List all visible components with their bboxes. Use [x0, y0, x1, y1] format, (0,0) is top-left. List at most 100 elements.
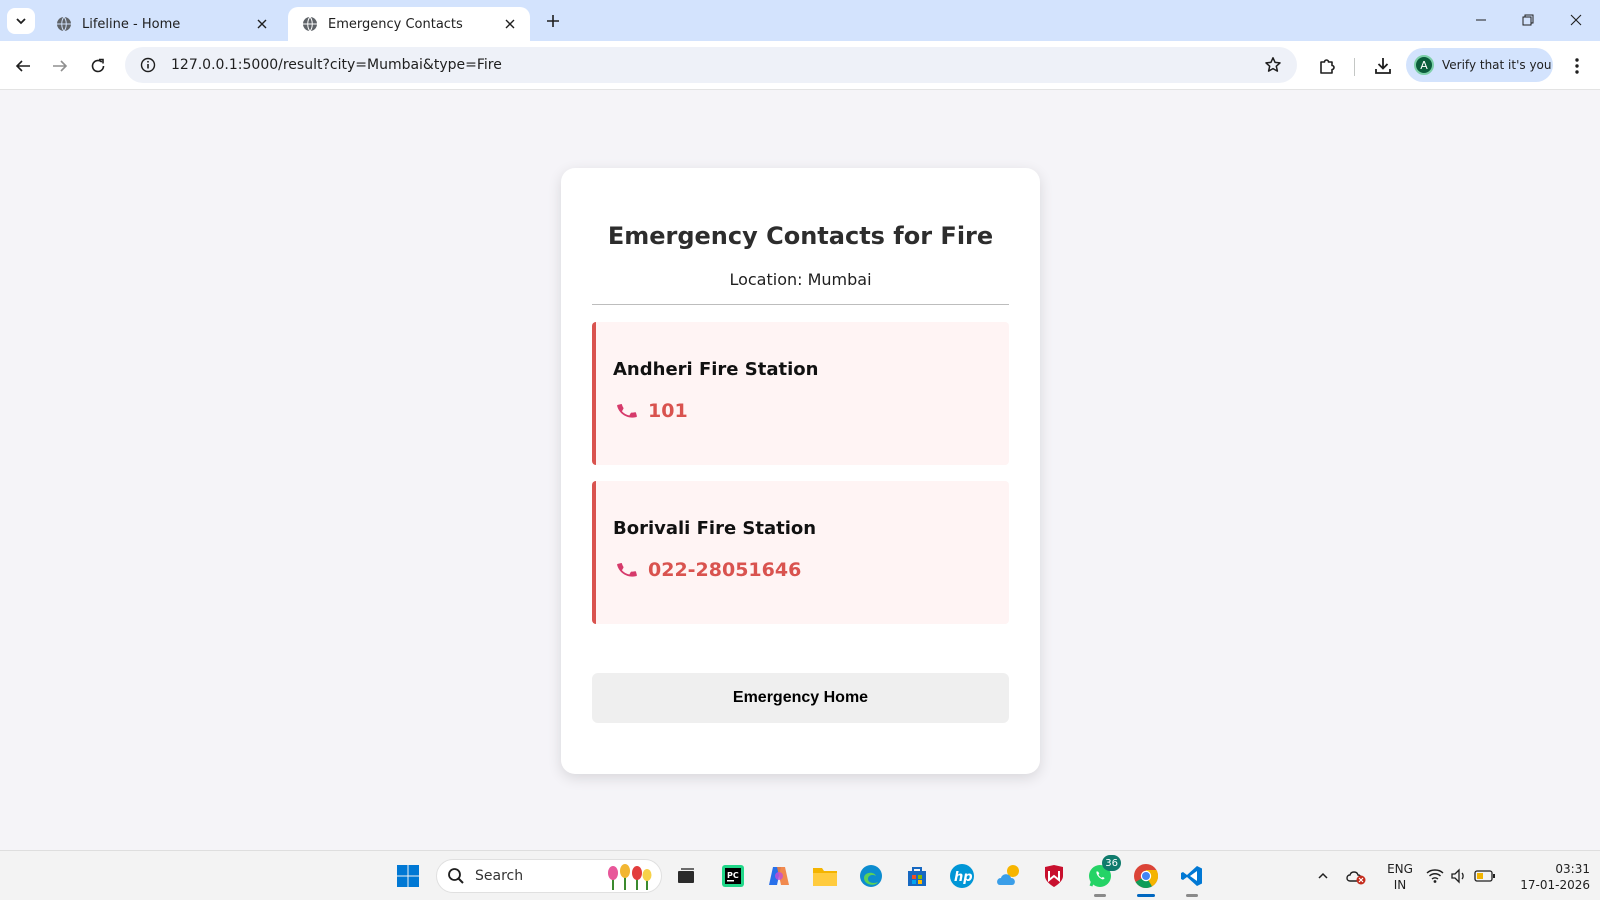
chrome-app[interactable]: [1131, 861, 1161, 897]
globe-icon: [57, 16, 71, 32]
phone-icon: [617, 563, 637, 577]
tab-title: Emergency Contacts: [328, 16, 463, 32]
site-info-button[interactable]: [137, 54, 159, 76]
close-window-button[interactable]: [1558, 6, 1594, 34]
hp-icon: hp: [950, 864, 974, 888]
contact-name: Borivali Fire Station: [613, 518, 817, 539]
phone-icon: [617, 404, 637, 418]
avatar: A: [1414, 55, 1434, 75]
tab-lifeline-home[interactable]: Lifeline - Home: [42, 7, 282, 41]
copilot-icon: [769, 867, 789, 885]
minimize-icon: [1476, 19, 1486, 21]
task-view-icon: [678, 868, 694, 883]
contact-phone-link[interactable]: 101: [613, 400, 1009, 422]
start-button[interactable]: [393, 861, 423, 891]
task-view-button[interactable]: [671, 861, 701, 891]
clock-date: 17-01-2026: [1520, 878, 1590, 892]
downloads-button[interactable]: [1369, 52, 1397, 80]
language-indicator[interactable]: ENG IN: [1382, 861, 1418, 893]
show-hidden-icons-button[interactable]: [1308, 861, 1338, 891]
mcafee-shield-icon: [1045, 865, 1063, 887]
arrow-right-icon: [53, 60, 68, 72]
tab-emergency-contacts[interactable]: Emergency Contacts: [288, 7, 530, 41]
taskbar-search[interactable]: Search: [436, 859, 662, 893]
region-code: IN: [1393, 878, 1407, 892]
windows-logo-icon: [397, 865, 419, 887]
close-tab-button[interactable]: [252, 14, 272, 34]
contacts-card: Emergency Contacts for Fire Location: Mu…: [561, 168, 1040, 774]
tulips-icon: [608, 864, 652, 890]
microsoft-store-app[interactable]: [902, 861, 932, 891]
taskbar-search-placeholder: Search: [475, 868, 524, 884]
store-icon: [908, 867, 926, 886]
pycharm-icon: PC: [722, 865, 744, 887]
battery-icon: [1474, 870, 1495, 882]
contact-phone-number[interactable]: 101: [648, 400, 688, 422]
contact-phone-link[interactable]: 022-28051646: [613, 559, 1009, 581]
browser-menu-button[interactable]: [1563, 52, 1591, 80]
wifi-icon: [1426, 869, 1444, 883]
location-label: Location: Mumbai: [729, 270, 872, 289]
page-viewport: Emergency Contacts for Fire Location: Mu…: [0, 90, 1600, 850]
pycharm-app[interactable]: PC: [718, 861, 748, 891]
divider: [592, 304, 1009, 305]
chevron-up-icon: [1318, 872, 1328, 879]
mcafee-app[interactable]: [1039, 861, 1069, 891]
plus-icon: [547, 15, 559, 27]
page-title: Emergency Contacts for Fire: [607, 222, 994, 250]
back-button[interactable]: [9, 52, 37, 80]
clock-time: 03:31: [1555, 862, 1590, 876]
new-tab-button[interactable]: [541, 9, 565, 33]
quick-settings-button[interactable]: [1420, 861, 1502, 891]
weather-app[interactable]: [993, 861, 1023, 891]
close-icon: [257, 19, 267, 29]
whatsapp-notification-badge: 36: [1102, 855, 1121, 871]
extensions-button[interactable]: [1313, 52, 1341, 80]
address-bar[interactable]: 127.0.0.1:5000/result?city=Mumbai&type=F…: [125, 47, 1297, 83]
profile-chip-label: Verify that it's you: [1442, 58, 1552, 72]
restore-icon: [1522, 14, 1534, 26]
contact-item: Andheri Fire Station 101: [592, 322, 1009, 465]
globe-icon: [303, 16, 317, 32]
edge-icon: [860, 865, 882, 887]
forward-button[interactable]: [46, 52, 74, 80]
copilot-app[interactable]: [764, 861, 794, 891]
onedrive-tray-button[interactable]: [1341, 861, 1371, 891]
reload-icon: [91, 58, 105, 73]
tab-search-button[interactable]: [7, 8, 35, 34]
contact-phone-number[interactable]: 022-28051646: [648, 559, 801, 581]
weather-icon: [997, 865, 1019, 885]
folder-icon: [813, 868, 837, 886]
hp-app[interactable]: hp: [947, 861, 977, 891]
svg-text:hp: hp: [954, 870, 973, 885]
download-icon: [1375, 58, 1391, 74]
close-icon: [1570, 14, 1582, 26]
edge-app[interactable]: [856, 861, 886, 891]
contact-name: Andheri Fire Station: [613, 359, 819, 380]
close-icon: [505, 19, 515, 29]
whatsapp-app[interactable]: 36: [1085, 855, 1121, 897]
reload-button[interactable]: [84, 52, 112, 80]
volume-icon: [1451, 868, 1464, 884]
vscode-icon: [1181, 866, 1202, 886]
cloud-error-icon: [1346, 871, 1366, 885]
chevron-down-icon: [16, 18, 26, 25]
vscode-app[interactable]: [1177, 861, 1207, 897]
minimize-button[interactable]: [1463, 6, 1499, 34]
file-explorer-app[interactable]: [810, 861, 840, 891]
clock[interactable]: 03:31 17-01-2026: [1508, 861, 1590, 893]
bookmark-button[interactable]: [1259, 51, 1287, 79]
more-vertical-icon: [1575, 58, 1579, 74]
puzzle-icon: [1320, 59, 1335, 74]
url-text[interactable]: 127.0.0.1:5000/result?city=Mumbai&type=F…: [171, 57, 1259, 73]
emergency-home-button[interactable]: Emergency Home: [592, 673, 1009, 723]
restore-button[interactable]: [1510, 6, 1546, 34]
star-icon: [1265, 57, 1281, 72]
running-indicator: [1186, 894, 1198, 897]
profile-verify-chip[interactable]: A Verify that it's you: [1406, 48, 1553, 82]
running-indicator: [1094, 894, 1106, 897]
language-code: ENG: [1387, 862, 1413, 876]
svg-text:PC: PC: [727, 871, 739, 880]
active-app-indicator: [1137, 894, 1155, 897]
close-tab-button[interactable]: [500, 14, 520, 34]
